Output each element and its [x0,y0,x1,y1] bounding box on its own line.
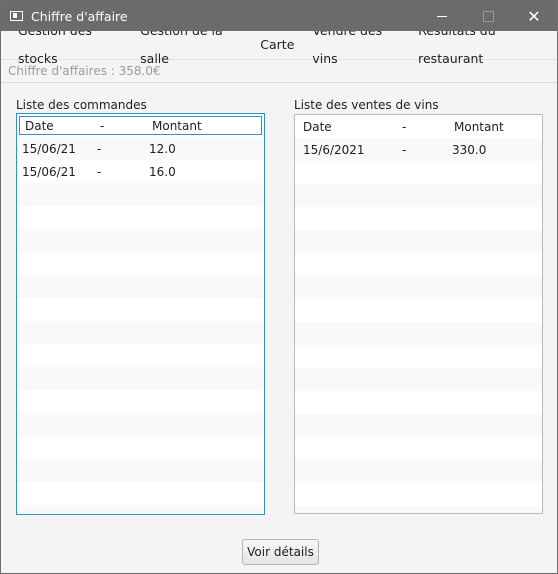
empty-row [17,459,264,482]
empty-row [17,413,264,436]
empty-row [17,252,264,275]
empty-row [295,483,542,506]
orders-table[interactable]: Date - Montant 15/06/21 - 12.0 15/06/21 … [16,113,265,515]
app-icon [10,11,23,21]
row-date: 15/06/21 [22,141,76,156]
row-amount: 16.0 [149,164,176,179]
window-controls: ✕ [419,1,557,31]
row-sep: - [402,142,407,157]
app-window: Chiffre d'affaire ✕ Gestion des stocks G… [0,0,558,574]
window-title: Chiffre d'affaire [31,8,128,24]
table-row[interactable]: 15/06/21 - 12.0 [17,137,264,160]
empty-row [295,230,542,253]
empty-row [17,298,264,321]
maximize-icon[interactable] [465,1,511,31]
empty-row [295,276,542,299]
row-date: 15/6/2021 [303,142,365,157]
empty-row [17,275,264,298]
empty-row [17,505,264,514]
table-row[interactable]: 15/6/2021 - 330.0 [295,138,542,161]
empty-row [295,437,542,460]
empty-row [17,367,264,390]
row-sep: - [97,141,102,156]
wines-rows: 15/6/2021 - 330.0 [295,138,542,513]
title-bar[interactable]: Chiffre d'affaire ✕ [1,1,557,31]
empty-row [17,436,264,459]
orders-table-header: Date - Montant [19,116,262,135]
close-icon[interactable]: ✕ [511,1,557,31]
empty-row [17,390,264,413]
header-date: Date [303,120,332,134]
orders-label: Liste des commandes [16,98,147,112]
empty-row [295,345,542,368]
details-button[interactable]: Voir détails [242,539,319,565]
empty-row [17,206,264,229]
orders-rows: 15/06/21 - 12.0 15/06/21 - 16.0 [17,137,264,514]
row-amount: 12.0 [149,141,176,156]
empty-row [295,506,542,513]
empty-row [295,368,542,391]
empty-row [295,299,542,322]
wines-table[interactable]: Date - Montant 15/6/2021 - 330.0 [294,114,543,514]
row-amount: 330.0 [452,142,487,157]
empty-row [295,414,542,437]
header-date: Date [25,118,54,133]
menu-carte[interactable]: Carte [251,31,303,59]
header-amount: Montant [152,118,202,133]
empty-row [17,344,264,367]
empty-row [295,391,542,414]
empty-row [295,184,542,207]
empty-row [17,183,264,206]
empty-row [17,482,264,505]
minimize-icon[interactable] [419,1,465,31]
empty-row [295,253,542,276]
row-date: 15/06/21 [22,164,76,179]
header-sep: - [402,120,407,134]
wines-table-header: Date - Montant [297,116,540,138]
header-amount: Montant [454,120,504,134]
wines-label: Liste des ventes de vins [294,98,439,112]
empty-row [17,229,264,252]
empty-row [295,207,542,230]
empty-row [17,321,264,344]
header-sep: - [100,118,105,133]
empty-row [295,322,542,345]
empty-row [295,460,542,483]
menu-bar: Gestion des stocks Gestion de la salle C… [1,23,557,66]
table-row[interactable]: 15/06/21 - 16.0 [17,160,264,183]
row-sep: - [97,164,102,179]
empty-row [295,161,542,184]
